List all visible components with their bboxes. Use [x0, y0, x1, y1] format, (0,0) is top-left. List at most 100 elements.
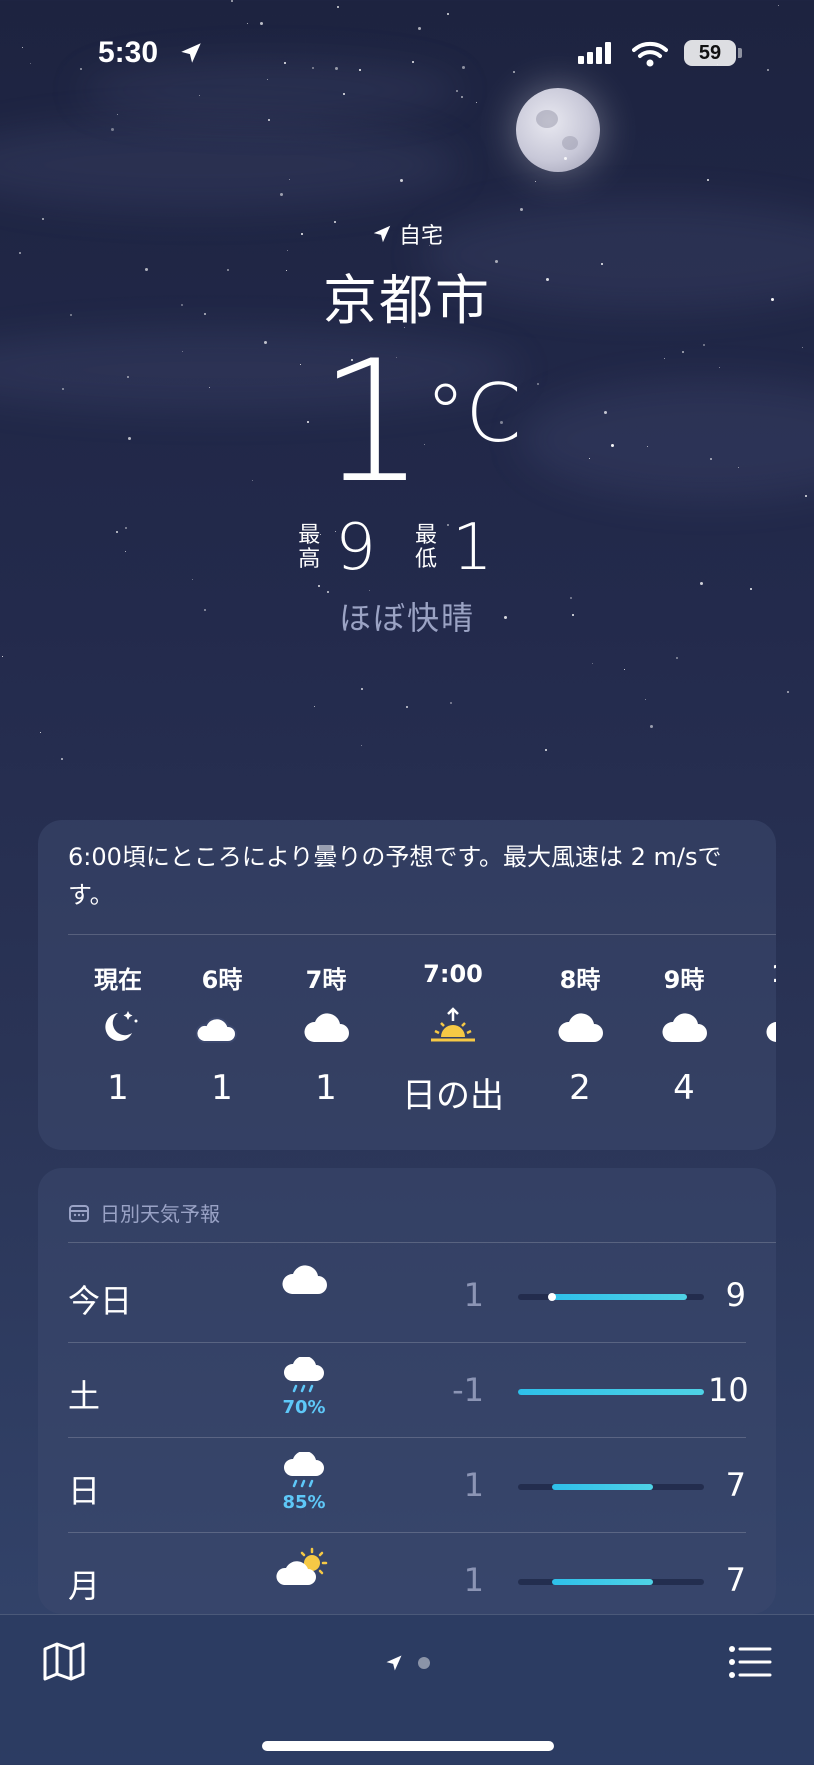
high-label: 最高	[298, 523, 321, 572]
current-temperature: 1°C	[26, 338, 814, 506]
list-icon[interactable]	[728, 1645, 772, 1679]
hour-label: 9時	[663, 966, 705, 994]
home-location-row: 自宅	[0, 218, 814, 250]
hourly-item: 9時 4	[632, 960, 736, 1117]
star	[2, 656, 3, 657]
home-indicator[interactable]	[262, 1741, 554, 1751]
star	[476, 102, 477, 103]
star	[676, 657, 678, 659]
cloud-rain-icon: 70%	[264, 1355, 344, 1418]
star	[111, 128, 114, 131]
hourly-item: 10 6	[736, 960, 776, 1117]
star	[361, 688, 363, 690]
temperature-range-bar	[518, 1484, 704, 1490]
high-temperature: 7	[725, 1466, 746, 1504]
cloud-moon-icon	[170, 996, 274, 1058]
cloud-icon	[736, 996, 776, 1058]
cloud-icon	[264, 1262, 344, 1300]
location-arrow-icon	[373, 225, 391, 243]
star	[520, 208, 523, 211]
hourly-scroll[interactable]: 現在 1 6時 1 7時 1 7:00 日の出 8時 2 9時 4 10 6	[66, 960, 776, 1117]
map-icon[interactable]	[42, 1641, 86, 1681]
sunrise-icon	[378, 996, 528, 1058]
star	[268, 119, 270, 121]
bottom-toolbar	[0, 1614, 814, 1765]
star	[40, 732, 41, 733]
moon-icon	[516, 88, 600, 172]
moon-stars-icon	[66, 996, 170, 1058]
daily-row[interactable]: 日 85% 1 7	[68, 1438, 746, 1532]
current-temperature-marker	[547, 1293, 556, 1301]
day-label: 土	[68, 1377, 101, 1415]
cloud-rain-icon: 85%	[264, 1450, 344, 1513]
daily-row[interactable]: 今日 1 9	[68, 1248, 746, 1342]
hourly-item: 8時 2	[528, 960, 632, 1117]
hour-label: 7:00	[423, 960, 483, 988]
star	[624, 669, 625, 670]
star	[400, 179, 403, 182]
temperature-value: 1	[318, 324, 426, 520]
temperature-range-fill	[551, 1484, 654, 1490]
star	[199, 95, 200, 96]
divider	[68, 934, 776, 935]
star	[447, 13, 449, 15]
hour-label: 8時	[559, 966, 601, 994]
cloud-icon	[528, 996, 632, 1058]
hour-temperature: 日の出	[402, 1076, 504, 1116]
cellular-signal-icon	[578, 42, 611, 64]
daily-forecast-card[interactable]: 日別天気予報 今日 1 9 土 70% -1 10 日 85% 1 7 月 1 7	[38, 1168, 776, 1614]
status-time: 5:30	[98, 36, 159, 69]
temperature-range-fill	[518, 1389, 704, 1395]
hourly-item: 7:00 日の出	[378, 960, 528, 1117]
star	[280, 193, 283, 196]
star	[314, 706, 315, 707]
hourly-item: 6時 1	[170, 960, 274, 1117]
star	[61, 758, 63, 760]
hourly-item: 7時 1	[274, 960, 378, 1117]
battery-indicator: 59	[684, 40, 736, 66]
cloud-sun-icon	[264, 1547, 344, 1593]
daily-row[interactable]: 月 1 7	[68, 1533, 746, 1614]
cloud-icon	[274, 996, 378, 1058]
star	[267, 79, 268, 80]
star	[418, 27, 421, 30]
page-dot[interactable]	[418, 1657, 430, 1669]
hour-label: 6時	[201, 966, 243, 994]
page-indicator[interactable]	[384, 1653, 430, 1673]
current-weather-header: 自宅 京都市 1°C 最高 9 最低 1 ほぼ快晴	[0, 218, 814, 639]
star	[535, 181, 536, 182]
star	[337, 6, 339, 8]
daily-header-label: 日別天気予報	[100, 1202, 220, 1226]
star	[650, 725, 653, 728]
star	[456, 90, 458, 92]
high-value: 9	[335, 511, 376, 585]
star	[260, 22, 263, 25]
temperature-range-bar	[518, 1389, 704, 1395]
high-temperature: 10	[708, 1371, 749, 1409]
hourly-forecast-card[interactable]: 6:00頃にところにより曇りの予想です。最大風速は 2 m/sです。 現在 1 6時…	[38, 820, 776, 1150]
day-label: 日	[68, 1472, 101, 1510]
low-label: 最低	[414, 523, 437, 572]
hourly-item: 現在 1	[66, 960, 170, 1117]
battery-tip	[738, 48, 742, 58]
star	[461, 96, 463, 98]
status-bar: 5:30 59	[0, 34, 814, 74]
wifi-icon	[632, 41, 668, 67]
high-temperature: 9	[725, 1276, 746, 1314]
low-value: 1	[452, 511, 493, 585]
star	[645, 699, 646, 700]
condition-text: ほぼ快晴	[338, 599, 475, 637]
day-label: 月	[68, 1567, 101, 1605]
star	[592, 663, 593, 664]
hour-temperature: 1	[315, 1068, 337, 1108]
low-temperature: 1	[463, 1276, 484, 1314]
star	[707, 179, 709, 181]
temperature-range-fill	[551, 1579, 654, 1585]
precipitation-chance: 70%	[282, 1397, 326, 1418]
daily-row[interactable]: 土 70% -1 10	[68, 1343, 749, 1437]
low-temperature: 1	[463, 1561, 484, 1599]
home-label: 自宅	[398, 224, 443, 249]
temperature-range-bar	[518, 1579, 704, 1585]
calendar-icon	[69, 1204, 89, 1222]
temperature-range-bar	[518, 1293, 704, 1301]
